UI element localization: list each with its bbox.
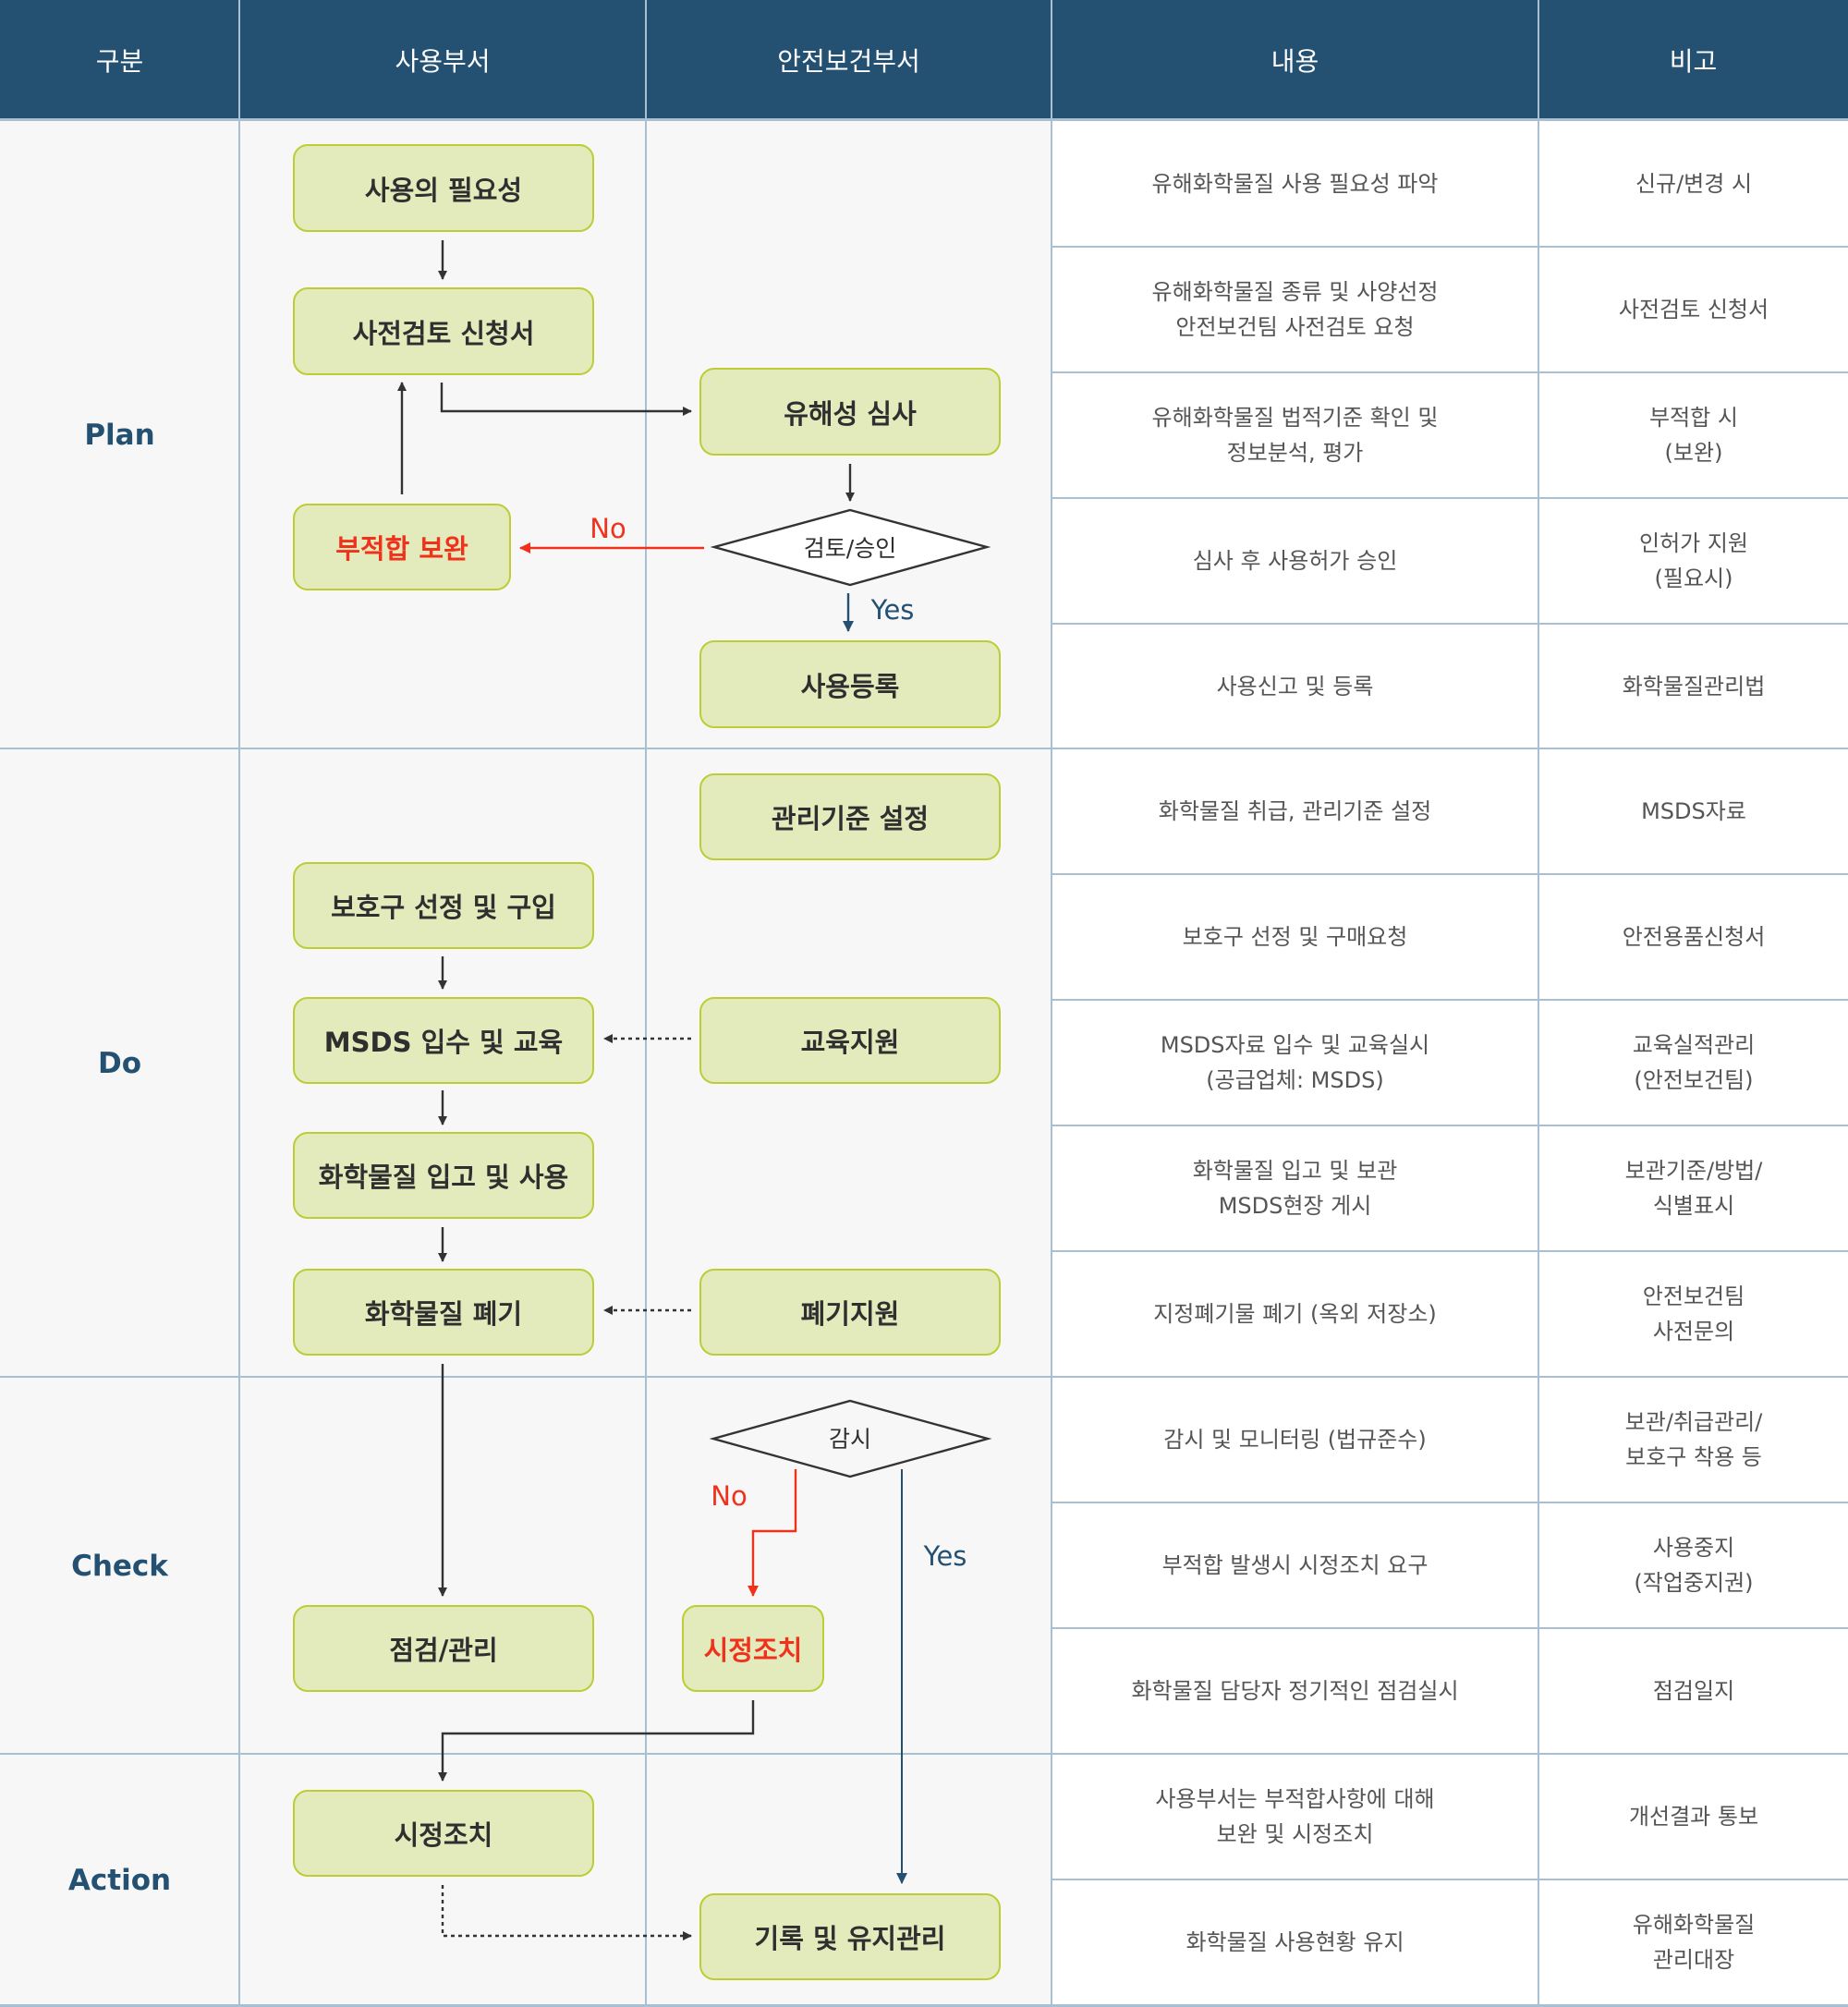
decision-review-approval: 검토/승인 (803, 535, 897, 562)
step-receive-use[interactable]: 화학물질 입고 및 사용 (293, 1132, 594, 1219)
arrow-corrective-to-user-action (438, 1700, 755, 1782)
arrow-user-action-to-record (441, 1885, 692, 1940)
decision-monitoring: 감시 (828, 1426, 872, 1453)
arrow-monitoring-no-to-corrective (748, 1469, 797, 1597)
label-yes-approval: Yes (870, 594, 915, 626)
label-no-approval: No (590, 513, 626, 544)
step-standards[interactable]: 관리기준 설정 (699, 773, 1001, 860)
step-nonconformity-fix[interactable]: 부적합 보완 (293, 504, 511, 590)
step-record-keeping[interactable]: 기록 및 유지관리 (699, 1893, 1001, 1980)
step-hazard-review[interactable]: 유해성 심사 (699, 368, 1001, 456)
label-yes-monitoring: Yes (923, 1540, 967, 1572)
step-msds-training[interactable]: MSDS 입수 및 교육 (293, 997, 594, 1084)
step-inspection[interactable]: 점검/관리 (293, 1605, 594, 1692)
label-no-monitoring: No (711, 1480, 748, 1512)
arrow-request-to-hazard-review (440, 383, 692, 416)
step-need[interactable]: 사용의 필요성 (293, 144, 594, 232)
step-safety-corrective-action[interactable]: 시정조치 (682, 1605, 824, 1692)
step-disposal-support[interactable]: 폐기지원 (699, 1269, 1001, 1356)
step-registration[interactable]: 사용등록 (699, 640, 1001, 728)
step-user-corrective-action[interactable]: 시정조치 (293, 1790, 594, 1877)
step-ppe-purchase[interactable]: 보호구 선정 및 구입 (293, 862, 594, 949)
step-training-support[interactable]: 교육지원 (699, 997, 1001, 1084)
step-pre-review-request[interactable]: 사전검토 신청서 (293, 287, 594, 375)
step-disposal[interactable]: 화학물질 폐기 (293, 1269, 594, 1356)
